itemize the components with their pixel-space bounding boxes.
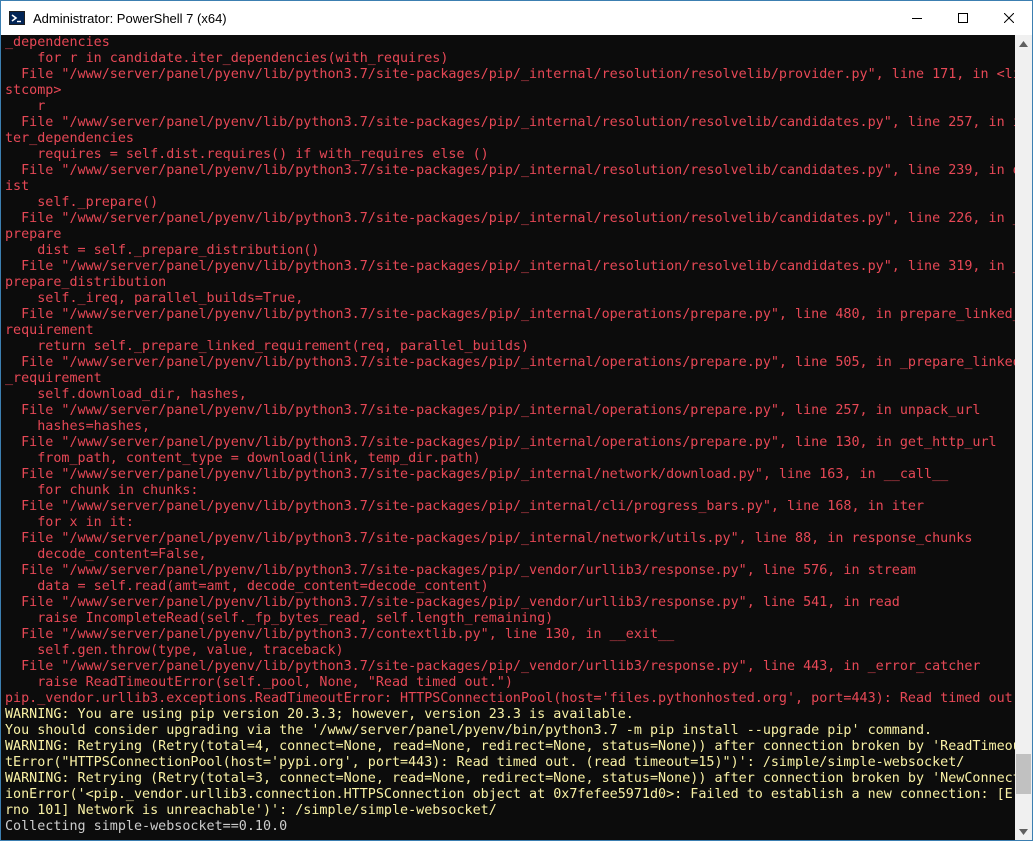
title-bar[interactable]: Administrator: PowerShell 7 (x64) <box>1 1 1032 35</box>
console-line: self._ireq, parallel_builds=True, <box>5 291 304 306</box>
console-line: File "/www/server/panel/pyenv/lib/python… <box>5 259 1015 274</box>
console-line: File "/www/server/panel/pyenv/lib/python… <box>5 563 916 578</box>
console-line: prepare <box>5 227 62 242</box>
console-output[interactable]: _dependencies for r in candidate.iter_de… <box>1 35 1015 840</box>
console-line: File "/www/server/panel/pyenv/lib/python… <box>5 163 1015 178</box>
minimize-icon <box>912 18 922 19</box>
console-line: File "/www/server/panel/pyenv/lib/python… <box>5 531 973 546</box>
console-line: WARNING: Retrying (Retry(total=4, connec… <box>5 739 1015 754</box>
console-line: dist = self._prepare_distribution() <box>5 243 320 258</box>
console-line: prepare_distribution <box>5 275 167 290</box>
console-line: You should consider upgrading via the '/… <box>5 723 933 738</box>
console-lines: _dependencies for r in candidate.iter_de… <box>5 35 1015 835</box>
scroll-down-button[interactable] <box>1015 823 1032 840</box>
console-line: ist <box>5 179 30 194</box>
console-line: hashes=hashes, <box>5 419 151 434</box>
console-line: for x in it: <box>5 515 134 530</box>
maximize-button[interactable] <box>940 1 986 35</box>
console-line: File "/www/server/panel/pyenv/lib/python… <box>5 211 1015 226</box>
console-line: _requirement <box>5 371 102 386</box>
minimize-button[interactable] <box>894 1 940 35</box>
console-line: File "/www/server/panel/pyenv/lib/python… <box>5 659 981 674</box>
console-line: File "/www/server/panel/pyenv/lib/python… <box>5 403 981 418</box>
console-line: rno 101] Network is unreachable')': /sim… <box>5 803 497 818</box>
chevron-down-icon <box>1019 828 1028 835</box>
console-line: tError("HTTPSConnectionPool(host='pypi.o… <box>5 755 965 770</box>
scroll-up-button[interactable] <box>1015 35 1032 52</box>
console-line: File "/www/server/panel/pyenv/lib/python… <box>5 467 949 482</box>
console-line: self.gen.throw(type, value, traceback) <box>5 643 344 658</box>
console-line: raise IncompleteRead(self._fp_bytes_read… <box>5 611 554 626</box>
console-line: Collecting simple-websocket==0.10.0 <box>5 819 288 834</box>
window-controls <box>894 1 1032 35</box>
window-title: Administrator: PowerShell 7 (x64) <box>33 10 227 26</box>
console-line: self._prepare() <box>5 195 159 210</box>
close-button[interactable] <box>986 1 1032 35</box>
close-icon <box>1004 13 1014 23</box>
console-line: for r in candidate.iter_dependencies(wit… <box>5 51 449 66</box>
scrollbar-thumb[interactable] <box>1016 753 1031 794</box>
console-line: for chunk in chunks: <box>5 483 199 498</box>
console-line: File "/www/server/panel/pyenv/lib/python… <box>5 435 997 450</box>
console-line: stcomp> <box>5 83 62 98</box>
console-line: from_path, content_type = download(link,… <box>5 451 481 466</box>
console-line: WARNING: You are using pip version 20.3.… <box>5 707 634 722</box>
console-line: decode_content=False, <box>5 547 207 562</box>
console-line: File "/www/server/panel/pyenv/lib/python… <box>5 67 1015 82</box>
console-line: requires = self.dist.requires() if with_… <box>5 147 489 162</box>
vertical-scrollbar[interactable] <box>1015 35 1032 840</box>
console-line: self.download_dir, hashes, <box>5 387 247 402</box>
powershell-window: Administrator: PowerShell 7 (x64) _depen… <box>0 0 1033 841</box>
console-line: File "/www/server/panel/pyenv/lib/python… <box>5 595 900 610</box>
console-line: _dependencies <box>5 35 110 50</box>
powershell-icon <box>9 11 25 25</box>
console-line: File "/www/server/panel/pyenv/lib/python… <box>5 355 1015 370</box>
console-line: r <box>5 99 46 114</box>
chevron-up-icon <box>1019 40 1028 47</box>
console-line: ter_dependencies <box>5 131 134 146</box>
console-line: pip._vendor.urllib3.exceptions.ReadTimeo… <box>5 691 1015 706</box>
console-line: requirement <box>5 323 94 338</box>
console-line: return self._prepare_linked_requirement(… <box>5 339 530 354</box>
console-line: File "/www/server/panel/pyenv/lib/python… <box>5 499 925 514</box>
console-line: File "/www/server/panel/pyenv/lib/python… <box>5 627 675 642</box>
console-line: File "/www/server/panel/pyenv/lib/python… <box>5 307 1015 322</box>
console-line: data = self.read(amt=amt, decode_content… <box>5 579 489 594</box>
console-line: File "/www/server/panel/pyenv/lib/python… <box>5 115 1015 130</box>
maximize-icon <box>958 13 968 23</box>
console-line: ionError('<pip._vendor.urllib3.connectio… <box>5 787 1015 802</box>
console-line: WARNING: Retrying (Retry(total=3, connec… <box>5 771 1015 786</box>
console-line: raise ReadTimeoutError(self._pool, None,… <box>5 675 513 690</box>
